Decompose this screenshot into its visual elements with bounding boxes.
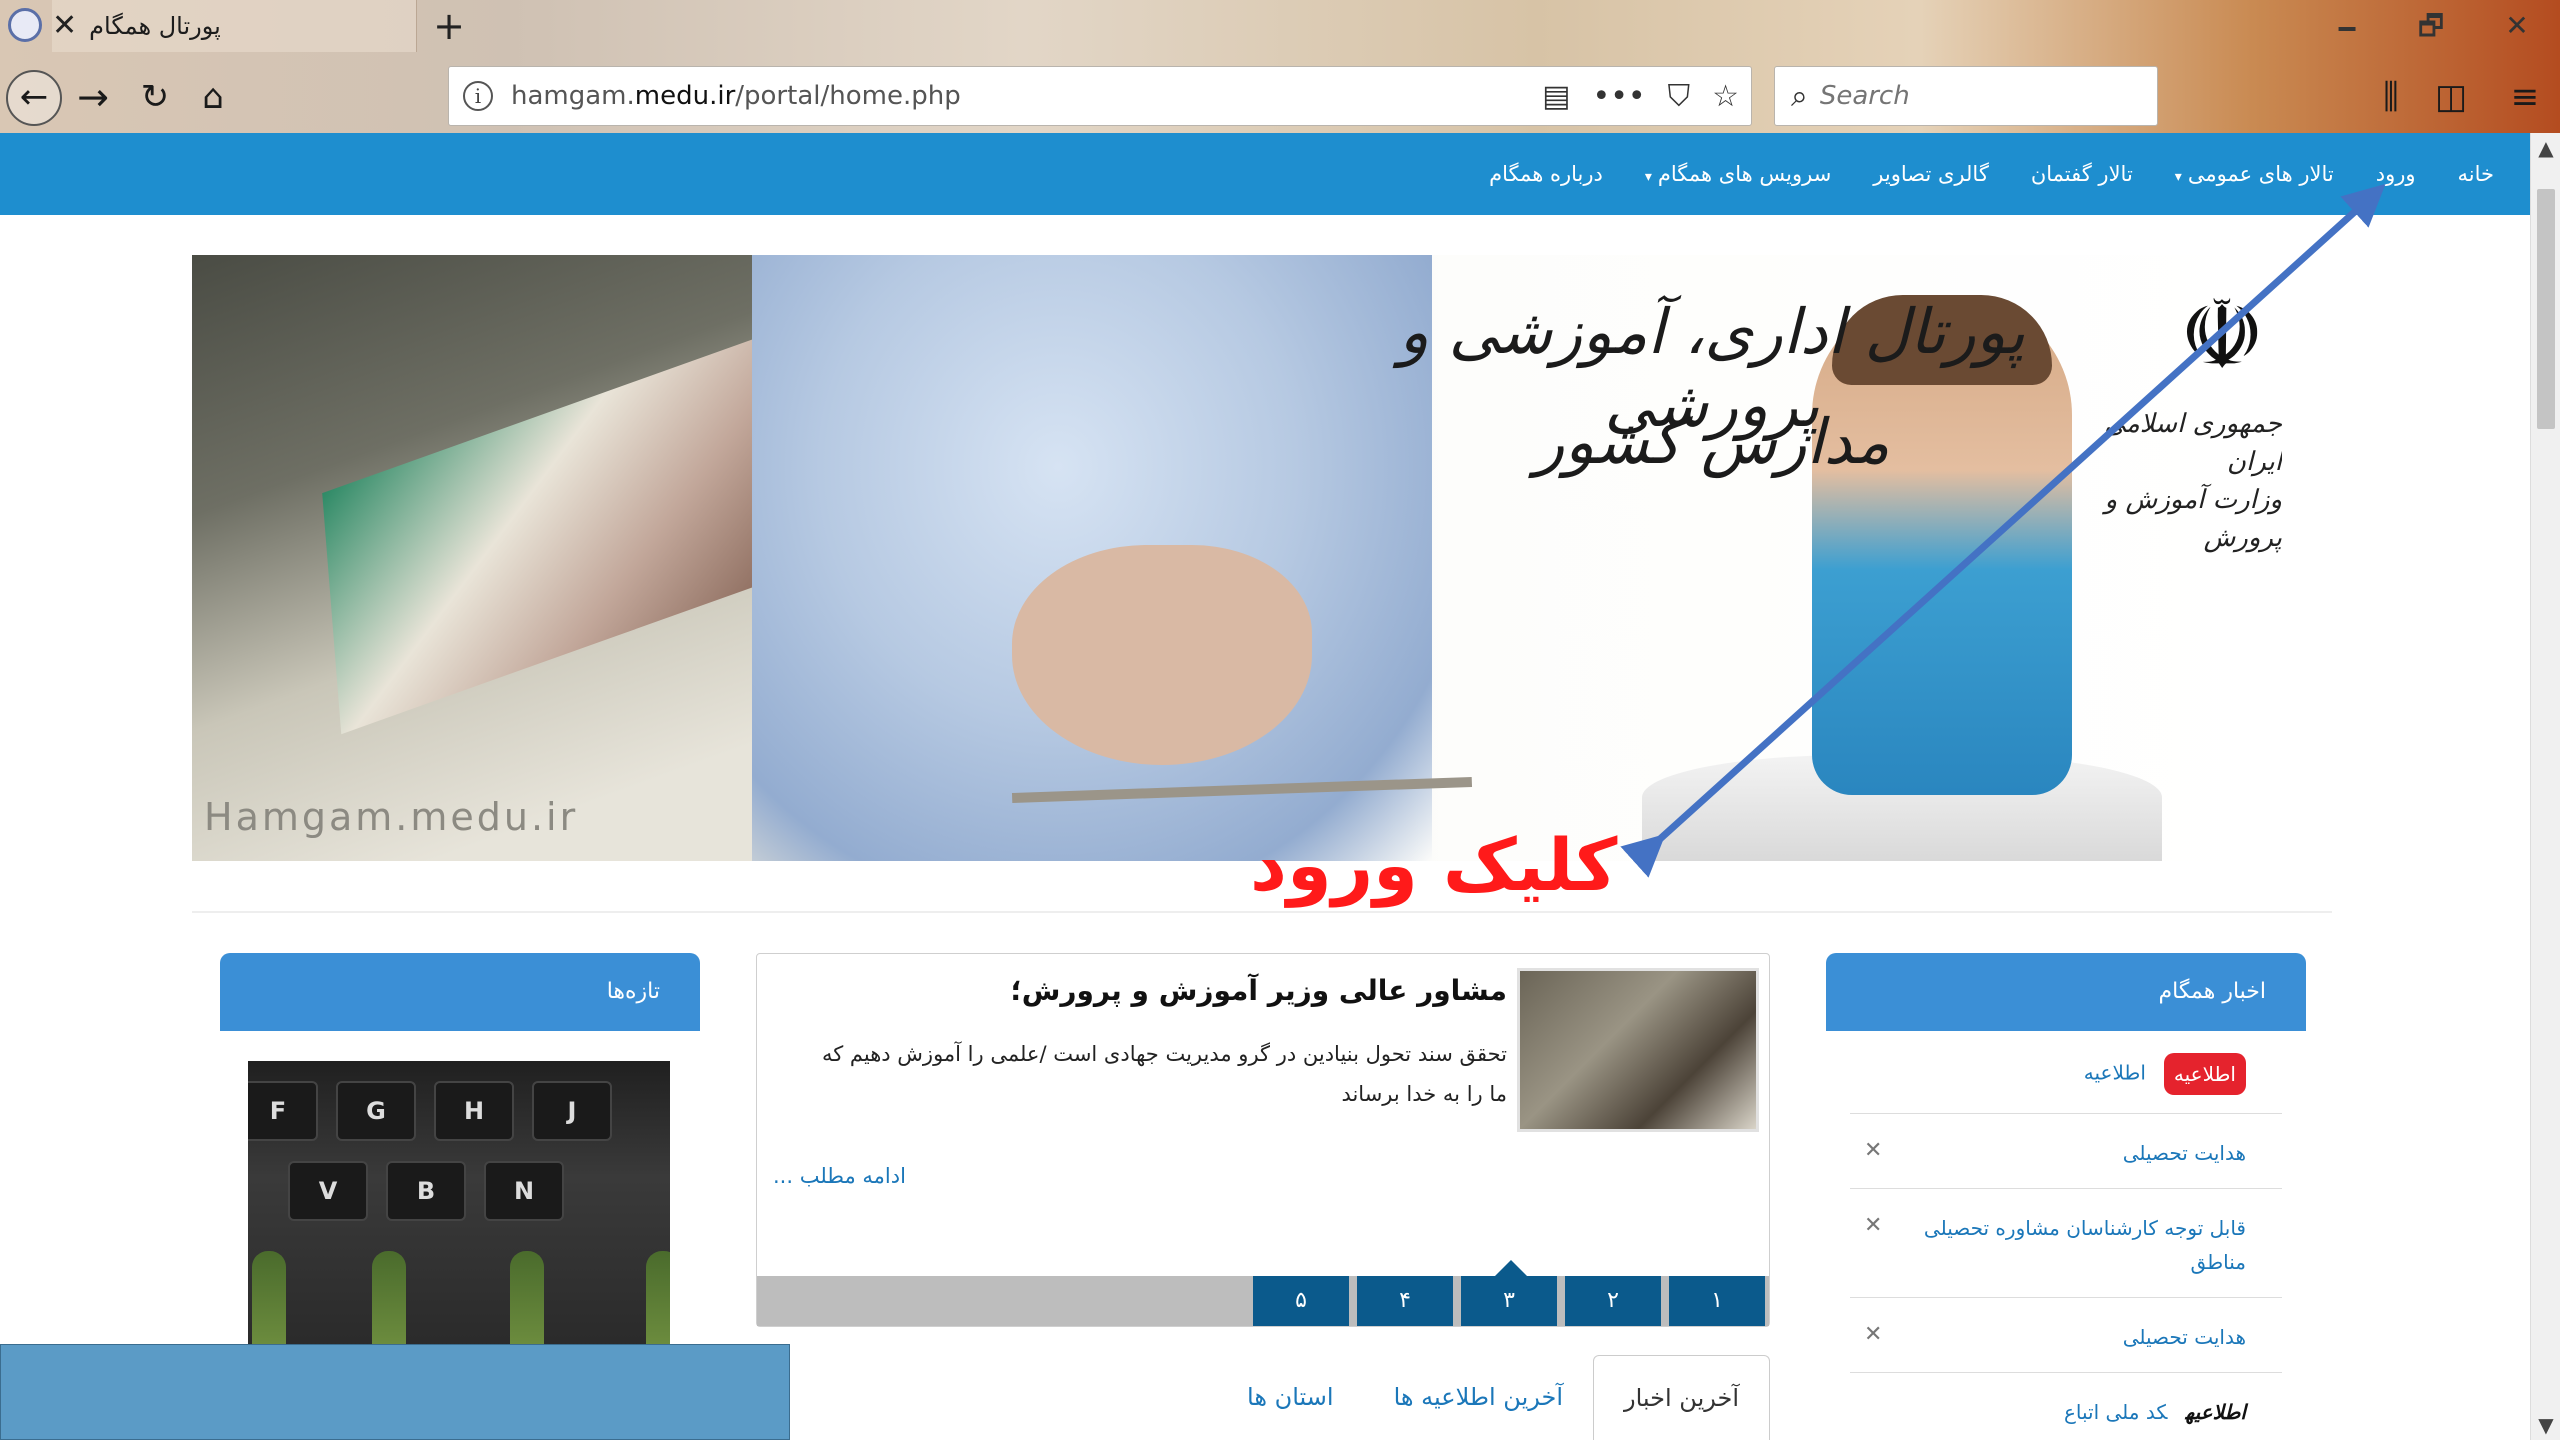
key-g: G [336,1081,416,1141]
fresh-panel: تازه‌ها F G H J V B N [220,953,700,1351]
section-divider [192,911,2332,913]
tab-latest-notices[interactable]: آخرین اطلاعیه ها [1364,1355,1593,1440]
bottom-overlay-box [0,1344,790,1440]
tab-title: پورتال همگام [89,12,221,40]
news-item[interactable]: اطلاعیهکد ملی اتباع [1850,1373,2282,1440]
scroll-thumb[interactable] [2537,189,2555,429]
url-bar[interactable]: i hamgam.medu.ir/portal/home.php ▤ ••• ⛉… [448,66,1752,126]
toy-soldier [646,1251,670,1351]
annotation-arrow [1620,183,2386,878]
click-login-annotation: کلیک ورود [1250,823,1618,907]
forward-button[interactable]: → [66,70,120,124]
news-item[interactable]: ✕ هدایت تحصیلی [1850,1298,2282,1373]
close-window-icon[interactable]: ✕ [2490,6,2544,46]
search-bar[interactable]: ⌕ [1774,66,2158,126]
slide-title[interactable]: مشاور عالی وزیر آموزش و پرورش؛ [787,974,1507,1007]
read-more-link[interactable]: ادامه مطلب ... [773,1164,906,1188]
url-text[interactable]: hamgam.medu.ir/portal/home.php [511,81,961,111]
slide-body: تحقق سند تحول بنیادین در گرو مدیریت جهاد… [821,1042,1507,1106]
key-f: F [248,1081,318,1141]
browser-tab-active[interactable]: پورتال همگام ✕ [52,0,417,52]
page-scrollbar[interactable]: ▲ ▼ [2530,133,2560,1440]
nav-home[interactable]: خانه [2458,162,2494,186]
slide-tab-2[interactable]: ۲ [1565,1276,1661,1326]
library-icon[interactable]: ⫼ [2366,72,2416,122]
restore-icon[interactable]: 🗗 [2404,6,2458,46]
slide-tab-4[interactable]: ۴ [1357,1276,1453,1326]
toy-soldier [372,1251,406,1351]
scroll-up-icon[interactable]: ▲ [2531,133,2560,163]
news-panel-header: اخبار همگام [1826,953,2306,1031]
banner-watermark: Hamgam.medu.ir [204,795,579,839]
content-tabs: آخرین اخبار آخرین اطلاعیه ها استان ها [1240,1355,1770,1440]
hamburger-menu-icon[interactable]: ≡ [2500,72,2550,122]
tab-strip: پورتال همگام ✕ + 🗕 🗗 ✕ [0,0,2560,52]
nav-about[interactable]: درباره همگام [1489,162,1603,186]
close-icon: ✕ [1864,1138,1883,1163]
tab-provinces[interactable]: استان ها [1217,1355,1364,1440]
back-button[interactable]: ← [6,70,62,126]
browser-chrome: پورتال همگام ✕ + 🗕 🗗 ✕ ← → ↻ ⌂ i hamgam.… [0,0,2560,133]
close-icon: ✕ [1864,1213,1883,1238]
search-icon: ⌕ [1791,78,1808,114]
site-info-icon[interactable]: i [463,81,493,111]
reload-button[interactable]: ↻ [128,70,182,124]
fresh-panel-header: تازه‌ها [220,953,700,1031]
page-actions-icon[interactable]: ••• [1593,79,1646,114]
home-button[interactable]: ⌂ [186,70,240,124]
app-menu-icon[interactable] [8,8,42,42]
slider-pagination: ۱ ۲ ۳ ۴ ۵ [757,1260,1769,1326]
new-tab-button[interactable]: + [425,4,473,48]
search-input[interactable] [1819,81,2120,111]
news-panel: اخبار همگام اطلاعیهاطلاعیه ✕ هدایت تحصیلی… [1826,953,2306,1440]
slide-tab-1[interactable]: ۱ [1669,1276,1765,1326]
slide-thumbnail[interactable] [1517,968,1759,1132]
key-h: H [434,1081,514,1141]
key-v: V [288,1161,368,1221]
bookmark-star-icon[interactable]: ☆ [1712,79,1739,114]
slide-tab-5[interactable]: ۵ [1253,1276,1349,1326]
news-item[interactable]: ✕ هدایت تحصیلی [1850,1114,2282,1189]
scroll-down-icon[interactable]: ▼ [2531,1410,2560,1440]
key-j: J [532,1081,612,1141]
toy-soldier [252,1251,286,1351]
keyboard-soldiers-image[interactable]: F G H J V B N [248,1061,670,1351]
toy-soldier [510,1251,544,1351]
sidebar-icon[interactable]: ◫ [2426,72,2476,122]
key-b: B [386,1161,466,1221]
reader-view-icon[interactable]: ▤ [1542,79,1570,114]
minimize-icon[interactable]: 🗕 [2320,6,2374,46]
slide-tab-3[interactable]: ۳ [1461,1260,1557,1326]
news-item[interactable]: اطلاعیهاطلاعیه [1850,1031,2282,1114]
pocket-icon[interactable]: ⛉ [1668,79,1691,114]
key-n: N [484,1161,564,1221]
close-icon: ✕ [1864,1322,1883,1347]
news-slider: مشاور عالی وزیر آموزش و پرورش؛ تحقق سند … [756,953,1770,1327]
hand-image [1012,545,1312,765]
news-item[interactable]: ✕ قابل توجه کارشناسان مشاوره تحصیلی مناطق [1850,1189,2282,1298]
notice-badge: اطلاعیه [2163,1053,2246,1095]
tab-latest-news[interactable]: آخرین اخبار [1593,1355,1770,1440]
notice-label: اطلاعیه [2185,1400,2246,1424]
tab-close-icon[interactable]: ✕ [52,11,77,41]
